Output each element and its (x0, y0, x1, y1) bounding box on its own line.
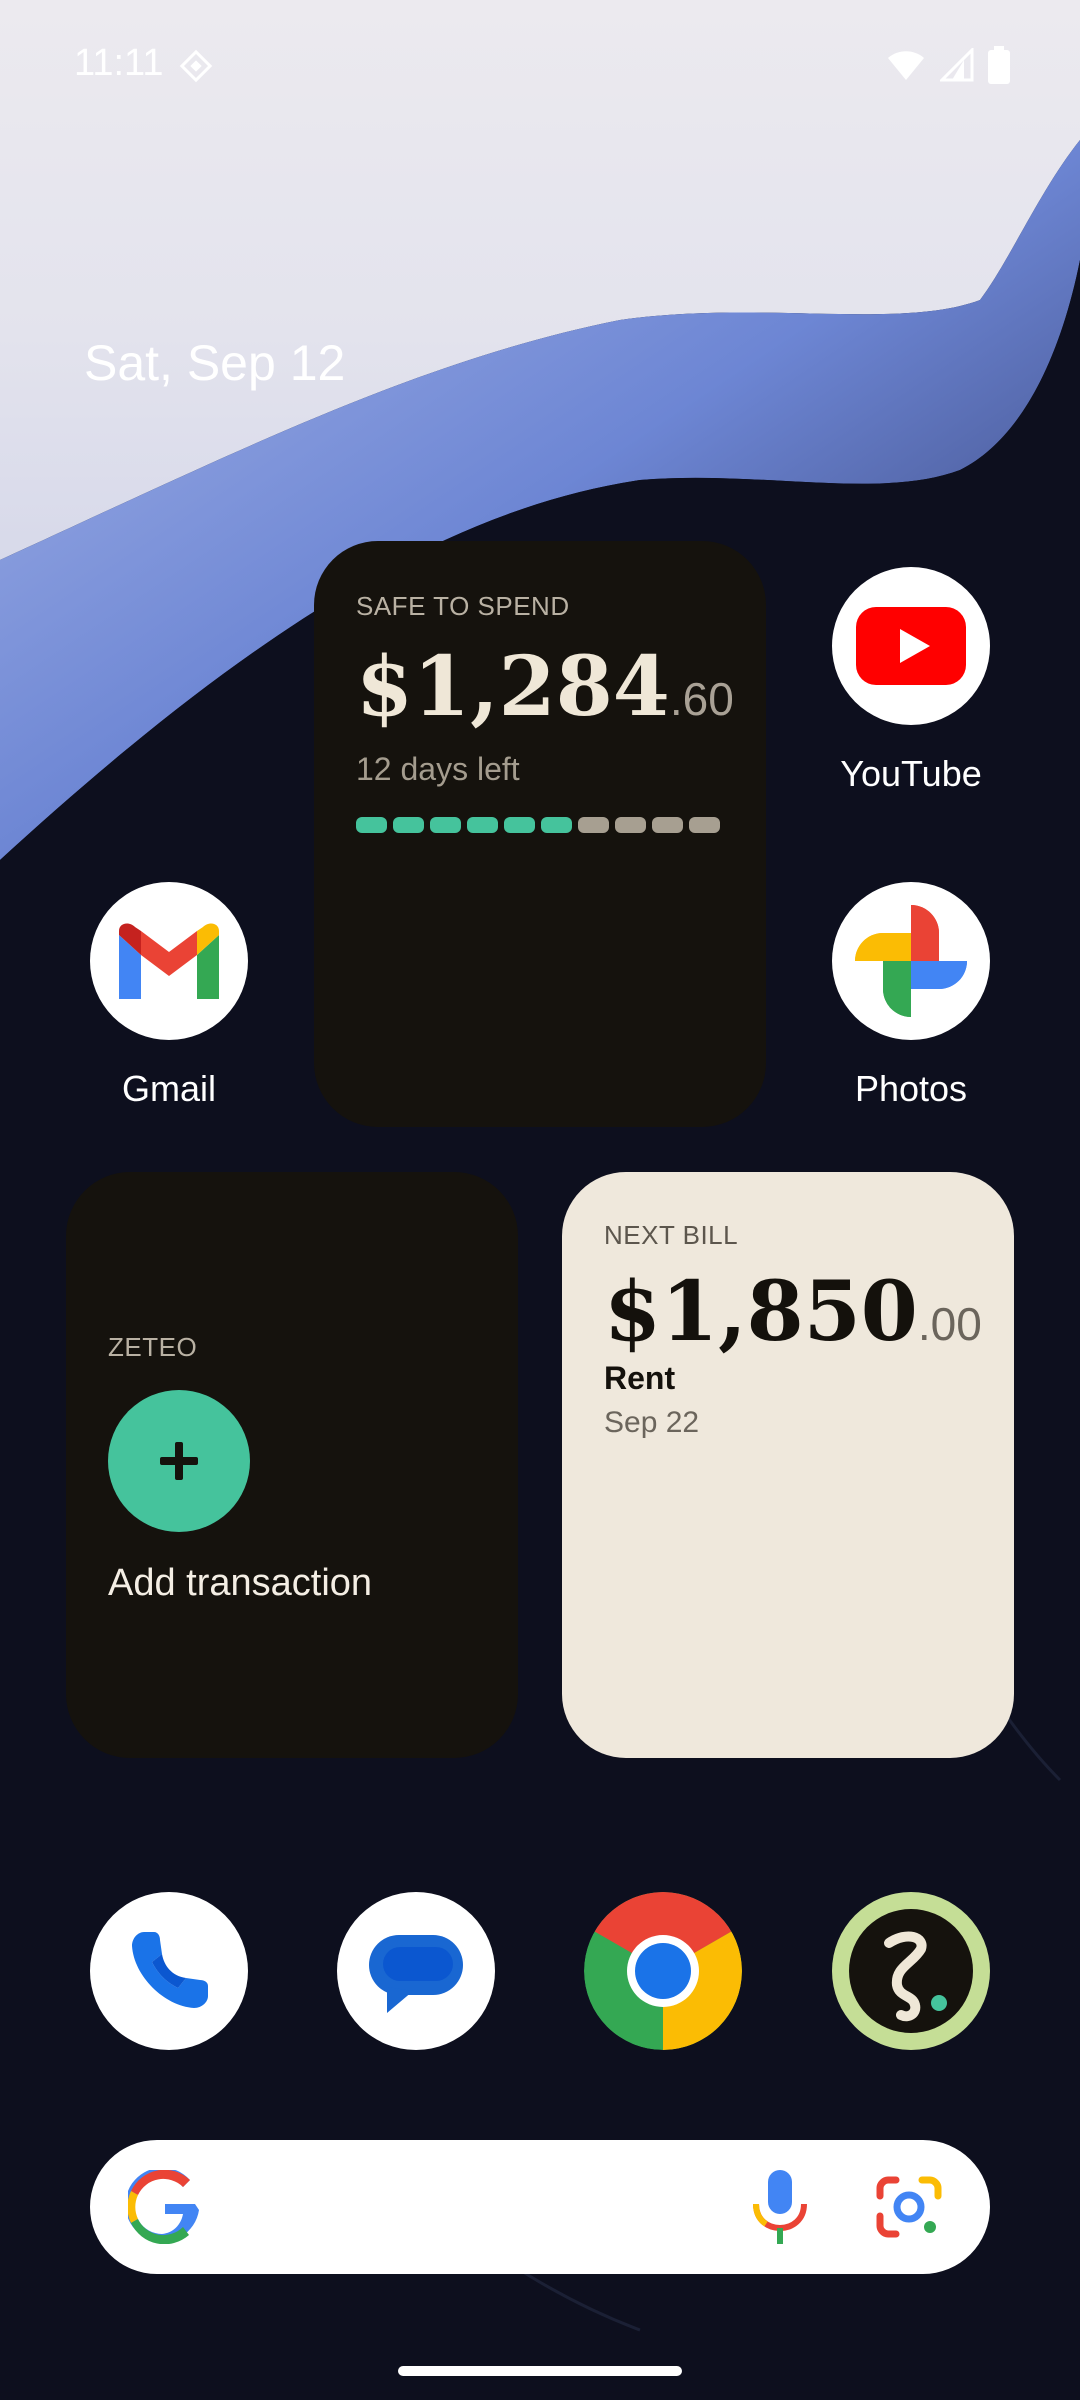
dock-app-zeteo[interactable] (832, 1892, 990, 2050)
voice-search-mic-icon[interactable] (750, 2170, 810, 2244)
chrome-icon (584, 1892, 742, 2050)
dock-app-messages[interactable] (337, 1892, 495, 2050)
plus-icon (160, 1442, 198, 1480)
next-bill-widget[interactable]: NEXT BILL $1,850.00 Rent Sep 22 (562, 1172, 1014, 1758)
app-label-photos: Photos (854, 1068, 968, 1109)
diamond-notification-icon (179, 49, 213, 83)
safe-to-spend-amount: $1,284.60 (356, 639, 734, 735)
spend-progress-bar (356, 817, 720, 833)
next-bill-amount: $1,850.00 (604, 1264, 982, 1360)
battery-icon (988, 46, 1010, 84)
dock-app-chrome[interactable] (584, 1892, 742, 2050)
app-youtube[interactable]: YouTube (832, 567, 990, 795)
google-search-bar[interactable] (90, 2140, 990, 2274)
progress-segment (652, 817, 683, 833)
safe-to-spend-amount-cents: .60 (669, 673, 734, 725)
progress-segment (578, 817, 609, 833)
app-gmail[interactable]: Gmail (90, 882, 248, 1110)
safe-to-spend-widget[interactable]: SAFE TO SPEND $1,284.60 12 days left (314, 541, 766, 1127)
progress-segment (615, 817, 646, 833)
next-bill-date: Sep 22 (604, 1406, 700, 1439)
google-lens-icon[interactable] (876, 2176, 942, 2238)
days-left-text: 12 days left (356, 751, 520, 787)
safe-to-spend-amount-main: $1,284 (356, 639, 670, 735)
home-date[interactable]: Sat, Sep 12 (84, 334, 345, 392)
zeteo-label: ZETEO (108, 1332, 198, 1362)
progress-segment (504, 817, 535, 833)
progress-segment (467, 817, 498, 833)
next-bill-amount-main: $1,850 (604, 1264, 918, 1360)
next-bill-amount-cents: .00 (917, 1298, 982, 1350)
youtube-icon (832, 567, 990, 725)
gmail-icon (90, 882, 248, 1040)
cellular-signal-icon (940, 48, 974, 82)
add-transaction-button[interactable] (108, 1390, 250, 1532)
progress-segment (430, 817, 461, 833)
progress-segment (689, 817, 720, 833)
google-g-icon (128, 2170, 199, 2244)
zeteo-icon (832, 1892, 990, 2050)
app-photos[interactable]: Photos (832, 882, 990, 1110)
messages-icon (337, 1892, 495, 2050)
next-bill-name: Rent (604, 1360, 676, 1396)
status-time: 11:11 (74, 42, 164, 84)
safe-to-spend-label: SAFE TO SPEND (356, 591, 570, 621)
add-transaction-label: Add transaction (108, 1562, 373, 1604)
progress-segment (356, 817, 387, 833)
next-bill-label: NEXT BILL (604, 1220, 739, 1250)
photos-pinwheel-icon (832, 882, 990, 1040)
gesture-navigation-bar[interactable] (398, 2366, 682, 2376)
dock-app-phone[interactable] (90, 1892, 248, 2050)
status-icons (886, 46, 1010, 84)
app-label-gmail: Gmail (121, 1068, 216, 1109)
wifi-icon (888, 51, 924, 80)
app-label-youtube: YouTube (840, 753, 982, 794)
progress-segment (393, 817, 424, 833)
phone-icon (90, 1892, 248, 2050)
progress-segment (541, 817, 572, 833)
zeteo-add-transaction-widget[interactable]: ZETEO Add transaction (66, 1172, 518, 1758)
